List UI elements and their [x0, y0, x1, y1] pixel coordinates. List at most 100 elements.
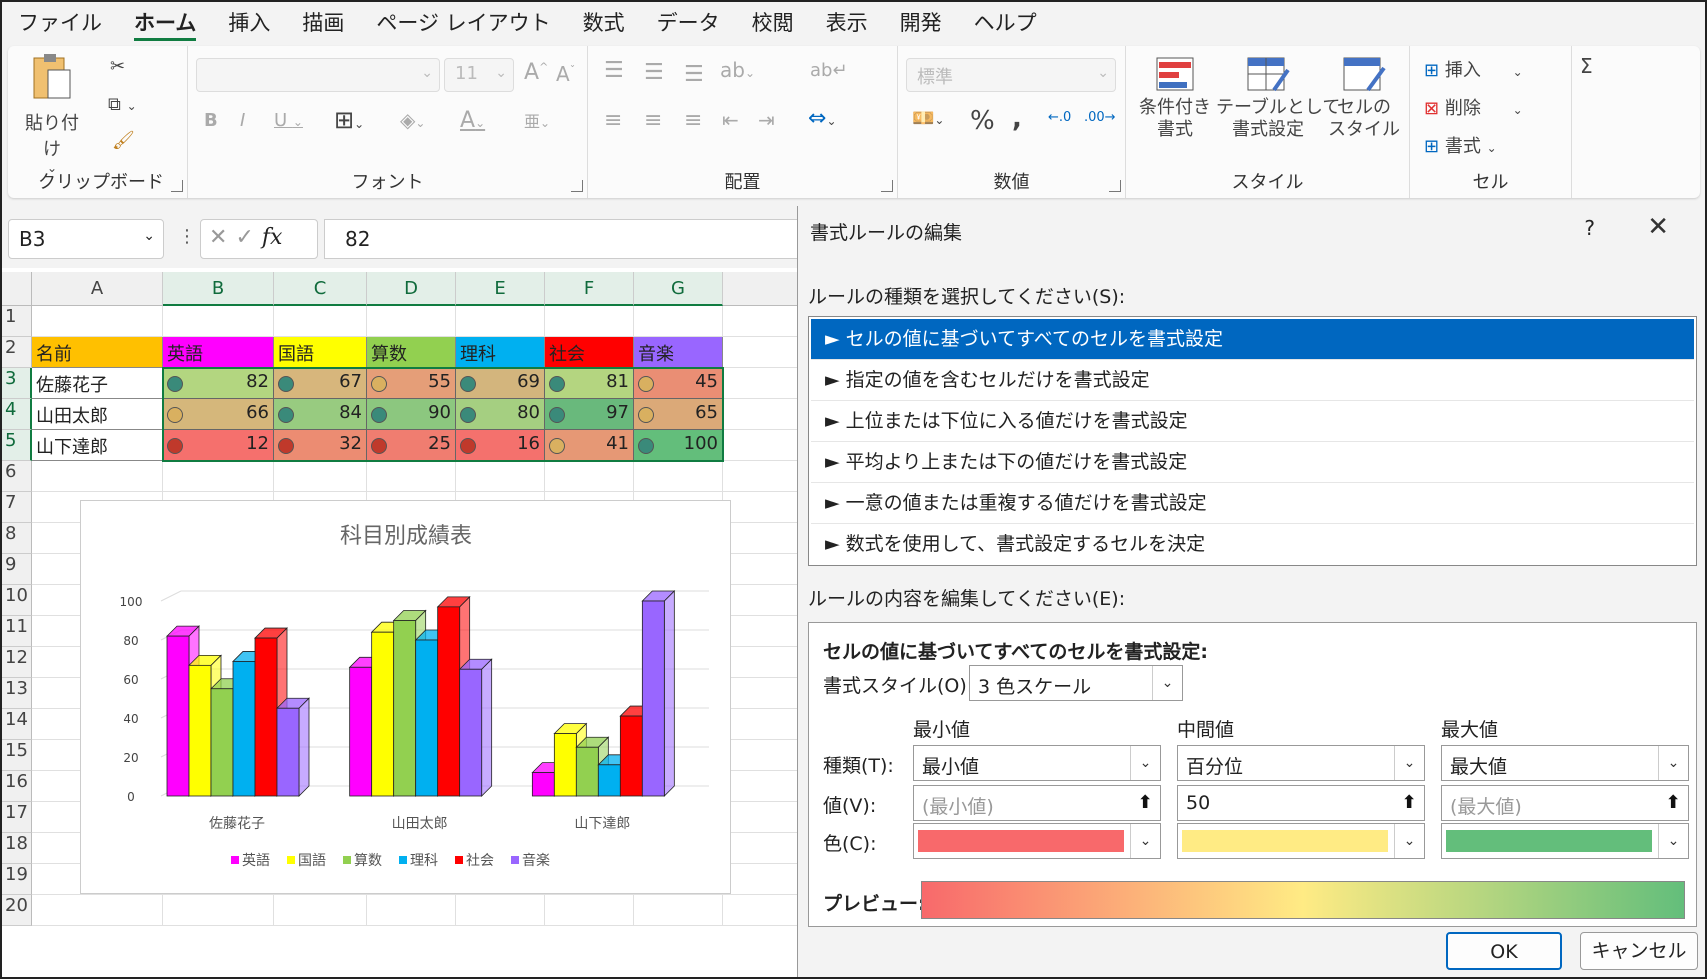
grow-font-icon[interactable]: A^: [524, 60, 548, 85]
cell[interactable]: 国語: [274, 337, 367, 368]
comma-style-icon[interactable]: ,: [1012, 104, 1022, 134]
column-header[interactable]: E: [456, 272, 545, 306]
row-header[interactable]: 17: [2, 802, 32, 833]
percent-icon[interactable]: %: [970, 106, 995, 136]
range-picker-icon[interactable]: ⬆: [1130, 786, 1160, 820]
column-header[interactable]: G: [634, 272, 723, 306]
number-launcher-icon[interactable]: [1109, 180, 1121, 192]
row-header[interactable]: 18: [2, 833, 32, 864]
cell[interactable]: 英語: [163, 337, 274, 368]
row-header[interactable]: 19: [2, 864, 32, 895]
min-type-select[interactable]: 最小値 ⌄: [913, 745, 1161, 781]
borders-icon[interactable]: ⊞⌄: [334, 106, 364, 134]
row-header[interactable]: 5: [2, 430, 32, 461]
rule-type-item[interactable]: ► 一意の値または重複する値だけを書式設定: [811, 483, 1694, 524]
range-picker-icon[interactable]: ⬆: [1394, 786, 1424, 820]
max-value-input[interactable]: (最大値) ⬆: [1441, 785, 1689, 821]
insert-cells-button[interactable]: ⊞ 挿入 ⌄: [1424, 56, 1523, 82]
conditional-formatting-button[interactable]: 条件付き 書式: [1136, 56, 1214, 141]
menu-review[interactable]: 校閲: [736, 2, 810, 44]
cell[interactable]: [723, 647, 797, 678]
menu-help[interactable]: ヘルプ: [958, 2, 1053, 44]
cell[interactable]: [274, 306, 367, 337]
merge-center-icon[interactable]: ⇔⌄: [808, 106, 837, 131]
bold-icon[interactable]: B: [204, 110, 218, 131]
cell[interactable]: [367, 306, 456, 337]
increase-indent-icon[interactable]: ⇥: [758, 108, 775, 132]
cell[interactable]: [723, 833, 797, 864]
cell[interactable]: [723, 368, 797, 399]
row-header[interactable]: 14: [2, 709, 32, 740]
format-as-table-button[interactable]: テーブルとして 書式設定: [1216, 56, 1340, 141]
row-header[interactable]: 20: [2, 895, 32, 926]
align-top-icon[interactable]: ☰: [604, 58, 624, 83]
min-color-picker[interactable]: ⌄: [913, 823, 1161, 859]
name-box[interactable]: B3 ⌄: [8, 219, 164, 259]
accounting-format-icon[interactable]: 💴⌄: [912, 108, 944, 129]
cell[interactable]: [723, 585, 797, 616]
cancel-icon[interactable]: ✕: [209, 225, 235, 250]
cell[interactable]: [163, 306, 274, 337]
row-header[interactable]: 4: [2, 399, 32, 430]
cell[interactable]: [634, 306, 723, 337]
cell[interactable]: [723, 740, 797, 771]
cell[interactable]: [367, 895, 456, 926]
column-header[interactable]: C: [274, 272, 367, 306]
cell[interactable]: [723, 771, 797, 802]
font-name-combo[interactable]: ⌄: [196, 58, 440, 92]
rule-type-item[interactable]: ► 上位または下位に入る値だけを書式設定: [811, 401, 1694, 442]
font-size-combo[interactable]: 11 ⌄: [444, 58, 514, 92]
clipboard-launcher-icon[interactable]: [171, 180, 183, 192]
cell[interactable]: [163, 895, 274, 926]
align-center-icon[interactable]: ≡: [644, 108, 662, 133]
row-header[interactable]: 11: [2, 616, 32, 647]
menu-developer[interactable]: 開発: [884, 2, 958, 44]
menu-insert[interactable]: 挿入: [212, 2, 286, 44]
column-header[interactable]: B: [163, 272, 274, 306]
cell[interactable]: [274, 895, 367, 926]
row-header[interactable]: 10: [2, 585, 32, 616]
align-bottom-icon[interactable]: ☰: [684, 62, 704, 87]
more-icon[interactable]: ⋮: [178, 226, 196, 247]
cell[interactable]: [367, 461, 456, 492]
menu-formulas[interactable]: 数式: [567, 2, 641, 44]
rule-type-item[interactable]: ► セルの値に基づいてすべてのセルを書式設定: [811, 319, 1694, 360]
cell[interactable]: [545, 895, 634, 926]
sum-icon[interactable]: Σ: [1580, 54, 1593, 78]
help-icon[interactable]: ?: [1584, 216, 1595, 240]
cell[interactable]: [634, 461, 723, 492]
rule-type-item[interactable]: ► 指定の値を含むセルだけを書式設定: [811, 360, 1694, 401]
column-header[interactable]: A: [32, 272, 163, 306]
cell[interactable]: [274, 461, 367, 492]
column-header[interactable]: D: [367, 272, 456, 306]
menu-page-layout[interactable]: ページ レイアウト: [360, 2, 566, 44]
mid-value-input[interactable]: 50 ⬆: [1177, 785, 1425, 821]
column-header[interactable]: F: [545, 272, 634, 306]
decrease-indent-icon[interactable]: ⇤: [722, 108, 739, 132]
cut-icon[interactable]: ✂: [110, 56, 125, 77]
row-header[interactable]: 7: [2, 492, 32, 523]
cell[interactable]: 音楽: [634, 337, 723, 368]
row-header[interactable]: 13: [2, 678, 32, 709]
cell[interactable]: [634, 895, 723, 926]
row-header[interactable]: 12: [2, 647, 32, 678]
cell[interactable]: [32, 461, 163, 492]
delete-cells-button[interactable]: ⊠ 削除 ⌄: [1424, 94, 1523, 120]
format-painter-icon[interactable]: 🖌: [112, 130, 135, 151]
cell[interactable]: [723, 802, 797, 833]
row-header[interactable]: 3: [2, 368, 32, 399]
cell[interactable]: [545, 461, 634, 492]
menu-home[interactable]: ホーム: [118, 2, 212, 44]
menu-file[interactable]: ファイル: [2, 2, 118, 44]
max-type-select[interactable]: 最大値 ⌄: [1441, 745, 1689, 781]
wrap-text-icon[interactable]: ab↵: [810, 60, 848, 81]
cancel-button[interactable]: キャンセル: [1580, 932, 1698, 970]
cell[interactable]: [32, 895, 163, 926]
align-left-icon[interactable]: ≡: [604, 108, 622, 133]
font-launcher-icon[interactable]: [571, 180, 583, 192]
cell[interactable]: [723, 523, 797, 554]
chart[interactable]: 科目別成績表 100 80 60 40 20 0 佐藤花子 山田太郎 山下達郎 英語 国語 算数 理科 社会…: [80, 500, 731, 894]
select-all-corner[interactable]: [2, 272, 32, 306]
italic-icon[interactable]: I: [240, 110, 245, 131]
mid-color-picker[interactable]: ⌄: [1177, 823, 1425, 859]
